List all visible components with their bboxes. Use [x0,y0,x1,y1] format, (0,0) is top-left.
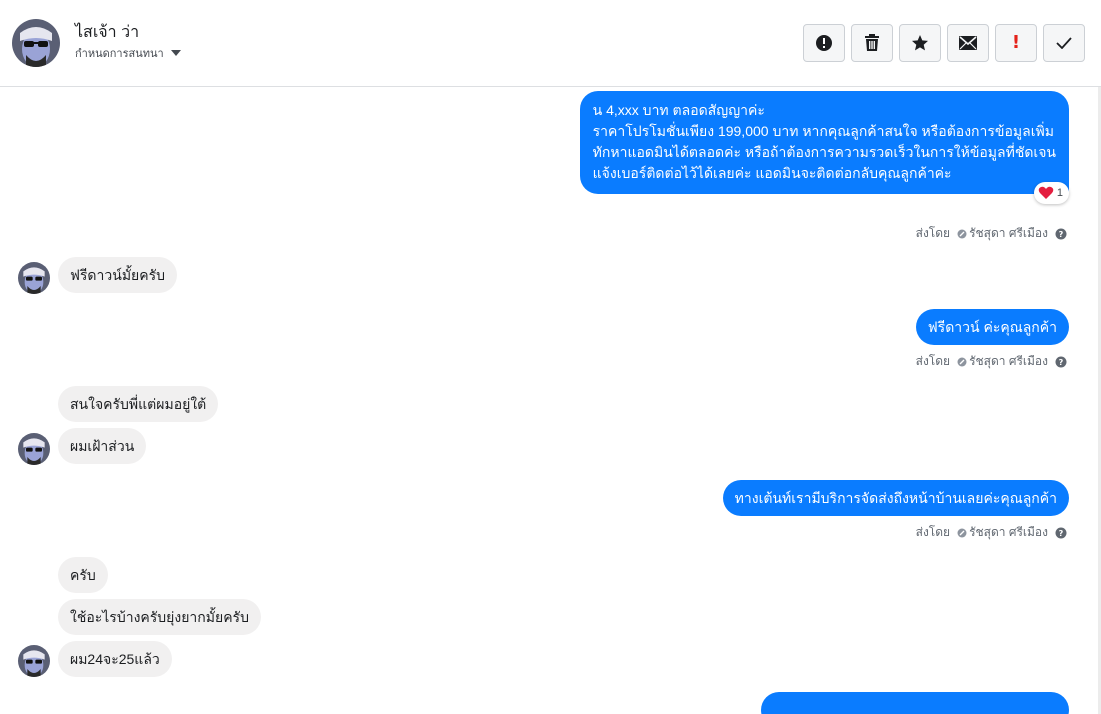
contact-avatar[interactable] [12,19,60,67]
exclamation-icon: ! [1011,32,1021,53]
incoming-message[interactable]: ผม24จะ25แล้ว [58,641,172,677]
sent-by-label: ส่งโดย [915,525,951,539]
outgoing-message[interactable]: ทางเต้นท์เรามีบริการจัดส่งถึงหน้าบ้านเลย… [722,480,1069,516]
contact-avatar-small[interactable] [18,645,50,677]
help-icon[interactable]: ? [1055,228,1067,240]
message-thread[interactable]: น 4,xxx บาท ตลอดสัญญาค่ะ ราคาโปรโมชั่นเพ… [0,87,1101,714]
sent-by-info: ส่งโดย รัชสุดา ศรีเมือง ? [916,224,1069,243]
message-line: ราคาโปรโมชั่นเพียง 199,000 บาท หากคุณลูก… [592,123,1054,139]
assign-conversation-dropdown[interactable]: กำหนดการสนทนา [75,44,182,62]
verified-icon [957,528,967,537]
contact-avatar-small[interactable] [18,433,50,465]
star-button[interactable] [899,24,941,62]
help-icon[interactable]: ? [1055,527,1067,539]
incoming-message[interactable]: ฟรีดาวน์มั้ยครับ [58,257,178,293]
outgoing-message[interactable]: ฟรีดาวน์ ค่ะคุณลูกค้า [915,309,1069,345]
agent-name[interactable]: รัชสุดา ศรีเมือง [969,352,1048,371]
agent-name[interactable]: รัชสุดา ศรีเมือง [969,224,1048,243]
conversation-header: ไสเจ้า ว่า กำหนดการสนทนา ! [0,0,1101,87]
svg-text:?: ? [1059,529,1064,538]
contact-name: ไสเจ้า ว่า [75,24,140,41]
envelope-icon [959,36,977,50]
messenger-app: ไสเจ้า ว่า กำหนดการสนทนา ! น 4,xxx บาท ต… [0,0,1101,714]
verified-icon [957,229,967,238]
conversation-toolbar: ! [803,24,1085,62]
delete-button[interactable] [851,24,893,62]
message-line: แจ้งเบอร์ติดต่อไว้ได้เลยค่ะ แอดมินจะติดต… [592,165,952,181]
outgoing-message-partial[interactable] [761,692,1069,714]
reaction-badge[interactable]: 1 [1033,182,1069,204]
agent-name[interactable]: รัชสุดา ศรีเมือง [969,523,1048,542]
sent-by-info: ส่งโดย รัชสุดา ศรีเมือง ? [916,352,1069,371]
incoming-message[interactable]: ผมเฝ้าส่วน [58,428,147,464]
mark-spam-button[interactable] [803,24,845,62]
svg-text:?: ? [1059,230,1064,239]
trash-icon [865,34,879,51]
incoming-message[interactable]: สนใจครับพี่แต่ผมอยู่ใต้ [58,386,219,422]
incoming-message[interactable]: ใช้อะไรบ้างครับยุ่งยากมั้ยครับ [58,599,261,635]
contact-avatar-small[interactable] [18,262,50,294]
sent-by-label: ส่งโดย [915,354,951,368]
caret-down-icon [170,50,181,56]
verified-icon [957,357,967,366]
reaction-count: 1 [1056,187,1063,199]
mark-unread-button[interactable] [947,24,989,62]
star-icon [912,35,928,51]
sent-by-info: ส่งโดย รัชสุดา ศรีเมือง ? [916,523,1069,542]
priority-button[interactable]: ! [995,24,1037,62]
message-line: ทักหาแอดมินได้ตลอดค่ะ หรือถ้าต้องการความ… [592,144,1056,160]
outgoing-message[interactable]: น 4,xxx บาท ตลอดสัญญาค่ะ ราคาโปรโมชั่นเพ… [579,91,1069,194]
svg-text:?: ? [1059,358,1064,367]
message-line: น 4,xxx บาท ตลอดสัญญาค่ะ [592,102,765,118]
assign-conversation-label: กำหนดการสนทนา [75,48,164,60]
alert-circle-icon [816,35,832,51]
help-icon[interactable]: ? [1055,356,1067,368]
incoming-message[interactable]: ครับ [58,557,108,593]
sent-by-label: ส่งโดย [915,226,951,240]
check-icon [1056,37,1072,49]
heart-icon [1038,186,1054,199]
done-button[interactable] [1043,24,1085,62]
